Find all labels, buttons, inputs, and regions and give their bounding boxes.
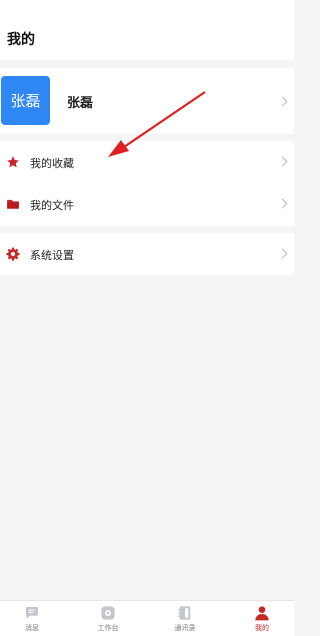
menu-item-label: 系统设置 [30,249,74,262]
settings-group: 系统设置 [0,233,294,275]
menu-item-label: 我的文件 [30,199,74,212]
folder-icon [7,199,19,209]
chevron-right-icon [277,198,288,209]
menu-item-favorites[interactable]: 我的收藏 [0,141,294,183]
menu-item-label: 我的收藏 [30,157,74,170]
avatar: 张磊 [1,76,50,125]
contacts-icon [178,606,191,620]
tab-label: 消息 [25,624,39,632]
tab-workbench[interactable]: 工作台 [78,605,138,636]
workbench-icon [101,606,115,620]
person-icon [255,606,269,621]
chevron-right-icon [277,156,288,167]
chevron-right-icon [277,96,288,107]
gear-icon [6,247,20,261]
tab-contacts[interactable]: 通讯录 [155,605,215,636]
tab-messages[interactable]: 消息 [2,605,62,636]
bottom-tab-bar: 消息 工作台 通讯录 我的 [0,600,294,636]
menu-item-files[interactable]: 我的文件 [0,183,294,225]
menu-group: 我的收藏 我的文件 [0,141,294,226]
tab-me[interactable]: 我的 [232,605,292,636]
menu-item-settings[interactable]: 系统设置 [0,233,294,275]
page-title: 我的 [7,32,35,48]
chevron-right-icon [277,248,288,259]
profile-name: 张磊 [67,96,94,111]
tab-label: 我的 [255,624,269,632]
tab-label: 通讯录 [174,624,196,632]
page-header: 我的 [0,0,294,60]
message-icon [26,607,38,619]
profile-card[interactable]: 张磊 张磊 [0,68,294,134]
tab-label: 工作台 [97,624,119,632]
star-icon [7,156,19,168]
